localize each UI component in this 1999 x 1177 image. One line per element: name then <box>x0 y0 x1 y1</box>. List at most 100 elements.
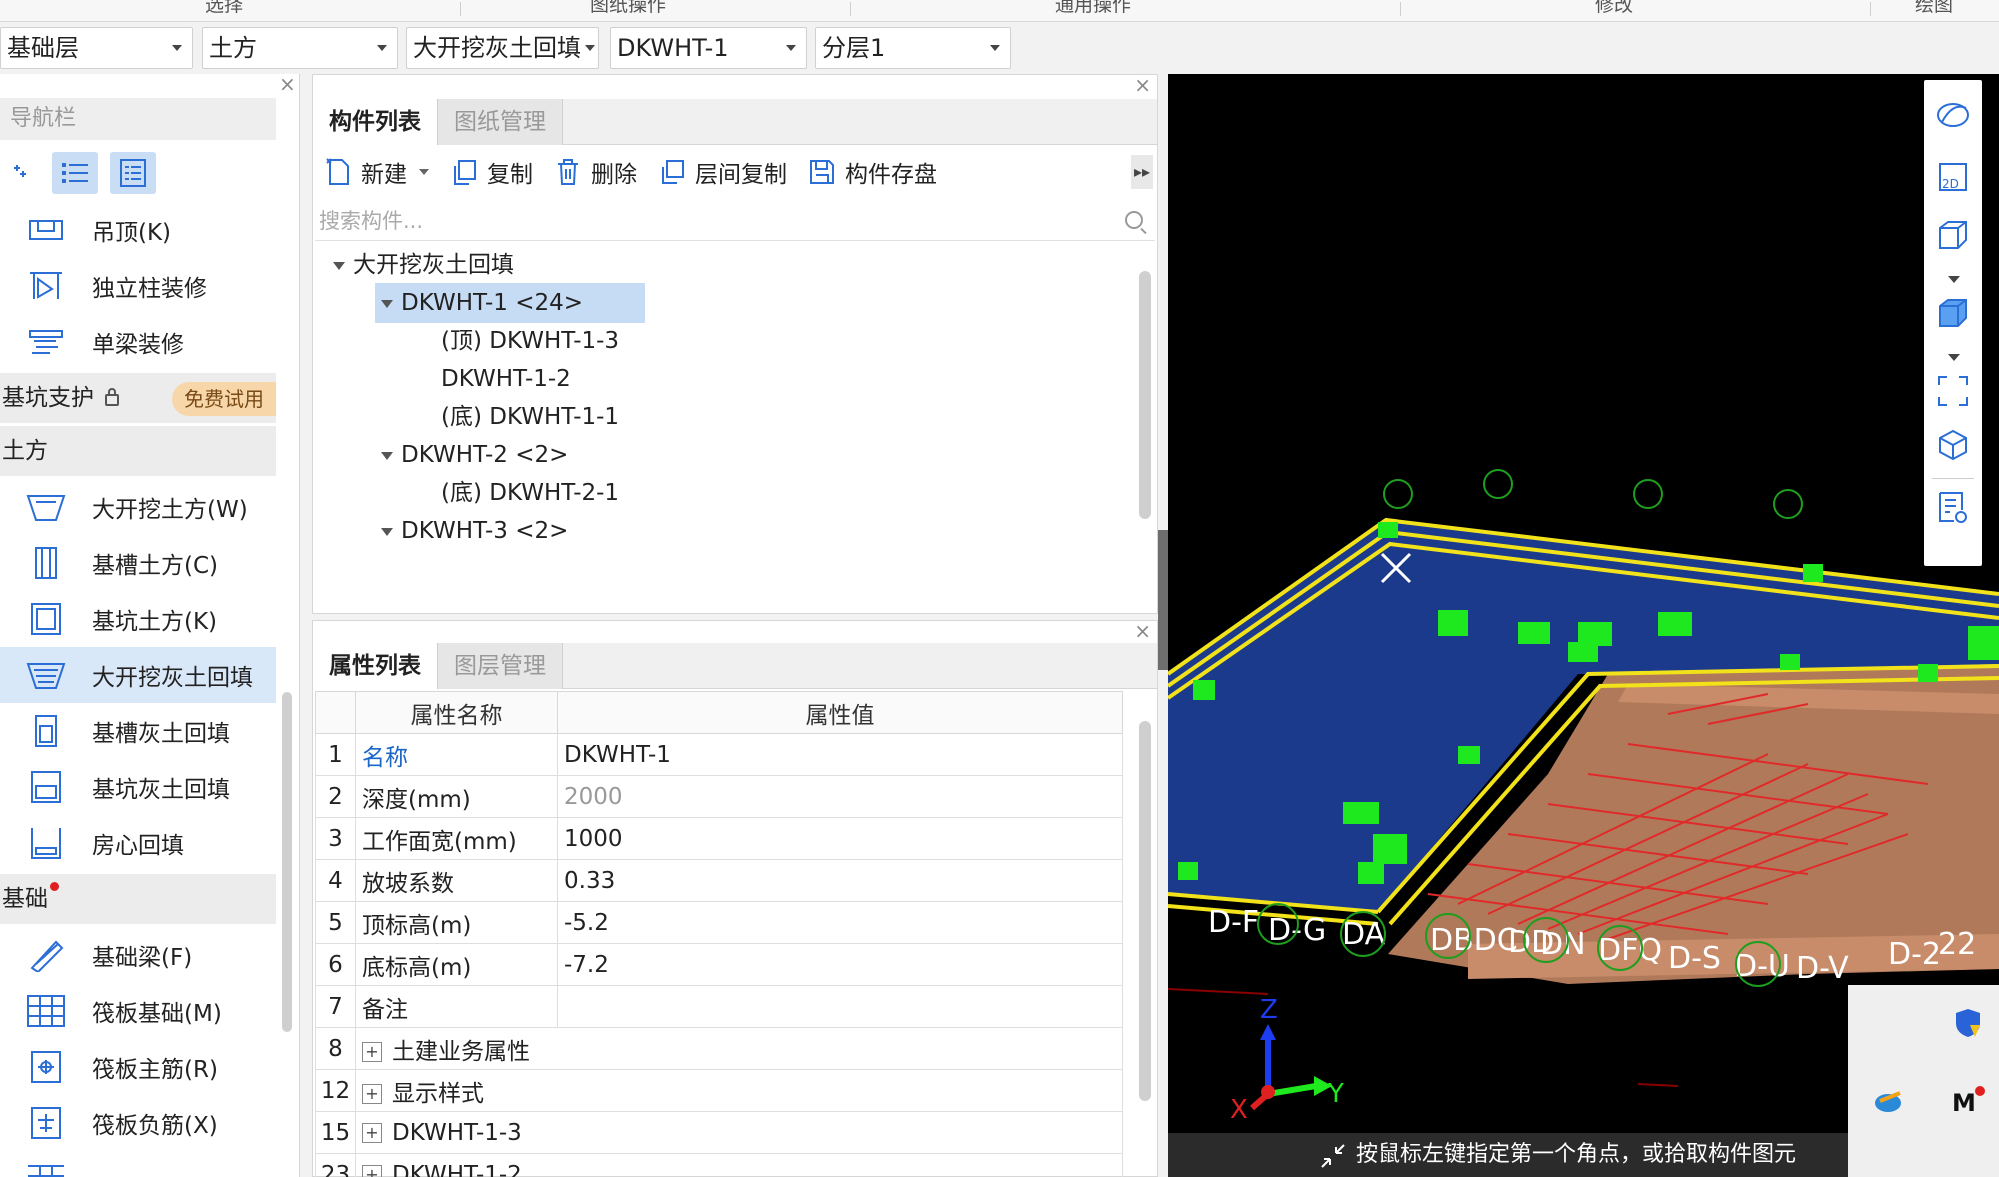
expand-plus-icon[interactable]: + <box>362 1123 382 1143</box>
table-row[interactable]: 3 工作面宽(mm) 1000 <box>315 817 1123 860</box>
expand-icon[interactable] <box>381 451 393 460</box>
component-search-input[interactable]: 搜索构件... <box>315 201 1155 241</box>
expand-icon[interactable] <box>333 261 345 270</box>
component-select[interactable]: DKWHT-1 <box>610 27 807 69</box>
nav-item-ceiling[interactable]: 吊顶(K) <box>0 202 276 258</box>
detail-view-icon[interactable] <box>110 152 156 194</box>
tree-node-dkwht-1-1[interactable]: (底) DKWHT-1-1 <box>441 397 619 437</box>
expand-icon[interactable] <box>381 299 393 308</box>
ribbon-group-select[interactable]: 选择 <box>205 0 243 17</box>
close-icon[interactable]: × <box>1134 619 1151 643</box>
table-row-group[interactable]: 8 + 土建业务属性 <box>315 1027 1123 1070</box>
ribbon-group-draw[interactable]: 绘图 <box>1915 0 1953 17</box>
shield-warning-icon[interactable] <box>1954 1007 1982 1039</box>
nav-item-raft-main-rebar[interactable]: 筏板主筋(R) <box>0 1039 276 1095</box>
property-scrollbar[interactable] <box>1139 721 1151 1101</box>
property-value[interactable]: DKWHT-1 <box>557 733 1123 776</box>
copy-button[interactable]: 复制 <box>449 155 533 189</box>
nav-item-column-decor[interactable]: 独立柱装修 <box>0 258 276 314</box>
nav-category-foundation[interactable]: 基础 <box>0 874 276 924</box>
tree-node-dkwht-2-1[interactable]: (底) DKWHT-2-1 <box>441 473 619 513</box>
property-group[interactable]: + DKWHT-1-3 <box>355 1111 1123 1154</box>
app-tray-icon[interactable] <box>1872 1087 1906 1115</box>
ribbon-group-modify[interactable]: 修改 <box>1595 0 1633 17</box>
nav-item-foundation-beam[interactable]: 基础梁(F) <box>0 927 276 983</box>
fullscreen-icon[interactable] <box>1936 374 1970 408</box>
expand-icon[interactable] <box>381 527 393 536</box>
tree-node-dkwht-3[interactable]: DKWHT-3 <2> <box>381 511 568 551</box>
nav-category-pit-support[interactable]: 基坑支护 免费试用 <box>0 373 276 423</box>
ribbon-group-drawing[interactable]: 图纸操作 <box>590 0 666 17</box>
nav-item-raft-neg-rebar[interactable]: 筏板负筋(X) <box>0 1095 276 1151</box>
nav-item-partial[interactable] <box>0 1151 276 1177</box>
orbit-icon[interactable] <box>1936 98 1970 132</box>
property-value[interactable]: -5.2 <box>557 901 1123 944</box>
nav-item-excavation-backfill[interactable]: 大开挖灰土回填 <box>0 647 276 703</box>
nav-item-trench[interactable]: 基槽土方(C) <box>0 535 276 591</box>
nav-item-trench-backfill[interactable]: 基槽灰土回填 <box>0 703 276 759</box>
property-group[interactable]: + DKWHT-1-2 <box>355 1153 1123 1177</box>
ribbon-group-common[interactable]: 通用操作 <box>1055 0 1131 17</box>
save-component-button[interactable]: 构件存盘 <box>807 155 937 189</box>
close-icon[interactable]: × <box>1134 73 1151 97</box>
category-select[interactable]: 土方 <box>202 27 398 69</box>
nav-item-beam-decor[interactable]: 单梁装修 <box>0 314 276 370</box>
type-select[interactable]: 大开挖灰土回填 <box>406 27 599 69</box>
close-icon[interactable]: × <box>279 72 296 96</box>
chevron-down-icon[interactable] <box>1948 276 1960 283</box>
property-value[interactable]: -7.2 <box>557 943 1123 986</box>
2d-view-icon[interactable]: 2D <box>1936 160 1970 194</box>
table-row-group[interactable]: 15 + DKWHT-1-3 <box>315 1111 1123 1154</box>
add-nav-icon[interactable] <box>6 152 52 194</box>
tree-node-root[interactable]: 大开挖灰土回填 <box>333 245 514 285</box>
tree-node-dkwht-1-2[interactable]: DKWHT-1-2 <box>441 359 571 399</box>
tree-node-dkwht-1[interactable]: DKWHT-1 <24> <box>375 283 645 323</box>
table-row-group[interactable]: 23 + DKWHT-1-2 <box>315 1153 1123 1177</box>
layer-select[interactable]: 分层1 <box>815 27 1011 69</box>
expand-plus-icon[interactable]: + <box>362 1165 382 1177</box>
tab-drawing-manage[interactable]: 图纸管理 <box>438 99 563 145</box>
table-row[interactable]: 2 深度(mm) 2000 <box>315 775 1123 818</box>
property-value[interactable]: 1000 <box>557 817 1123 860</box>
tab-layer-manage[interactable]: 图层管理 <box>438 643 563 689</box>
3d-solid-icon[interactable] <box>1936 296 1970 330</box>
table-row-group[interactable]: 12 + 显示样式 <box>315 1069 1123 1112</box>
tree-scrollbar[interactable] <box>1139 271 1151 519</box>
splitter-handle[interactable] <box>1158 530 1168 670</box>
nav-category-earthwork[interactable]: 土方 <box>0 426 276 476</box>
nav-item-excavation[interactable]: 大开挖土方(W) <box>0 479 276 535</box>
nav-item-pit[interactable]: 基坑土方(K) <box>0 591 276 647</box>
property-value[interactable]: 0.33 <box>557 859 1123 902</box>
property-group[interactable]: + 显示样式 <box>355 1069 1123 1112</box>
property-view-icon[interactable] <box>1936 490 1970 524</box>
table-row[interactable]: 1 名称 DKWHT-1 <box>315 733 1123 776</box>
table-row[interactable]: 6 底标高(m) -7.2 <box>315 943 1123 986</box>
chevron-down-icon[interactable] <box>1948 354 1960 361</box>
tree-node-dkwht-2[interactable]: DKWHT-2 <2> <box>381 435 568 475</box>
view-cube-icon[interactable] <box>1936 428 1970 462</box>
property-group[interactable]: + 土建业务属性 <box>355 1027 1123 1070</box>
im-tray-icon[interactable]: M <box>1952 1085 1986 1117</box>
delete-button[interactable]: 删除 <box>553 155 637 189</box>
free-trial-badge[interactable]: 免费试用 <box>172 382 276 416</box>
property-value[interactable]: 2000 <box>557 775 1123 818</box>
floor-copy-button[interactable]: 层间复制 <box>657 155 787 189</box>
nav-item-pit-backfill[interactable]: 基坑灰土回填 <box>0 759 276 815</box>
table-row[interactable]: 4 放坡系数 0.33 <box>315 859 1123 902</box>
new-button[interactable]: 新建 <box>323 155 429 189</box>
search-icon[interactable] <box>1125 211 1143 229</box>
3d-box-icon[interactable] <box>1936 218 1970 252</box>
table-row[interactable]: 7 备注 <box>315 985 1123 1028</box>
nav-item-room-backfill[interactable]: 房心回填 <box>0 815 276 871</box>
more-icon[interactable]: ▸▸ <box>1131 155 1153 189</box>
list-view-icon[interactable] <box>52 152 98 194</box>
table-row[interactable]: 5 顶标高(m) -5.2 <box>315 901 1123 944</box>
property-value[interactable] <box>557 985 1123 1028</box>
nav-item-raft-foundation[interactable]: 筏板基础(M) <box>0 983 276 1039</box>
expand-plus-icon[interactable]: + <box>362 1084 382 1104</box>
tree-node-dkwht-1-3[interactable]: (顶) DKWHT-1-3 <box>441 321 619 361</box>
expand-plus-icon[interactable]: + <box>362 1042 382 1062</box>
nav-scrollbar[interactable] <box>282 692 292 1032</box>
tab-property-list[interactable]: 属性列表 <box>313 643 438 689</box>
tab-component-list[interactable]: 构件列表 <box>313 99 438 145</box>
